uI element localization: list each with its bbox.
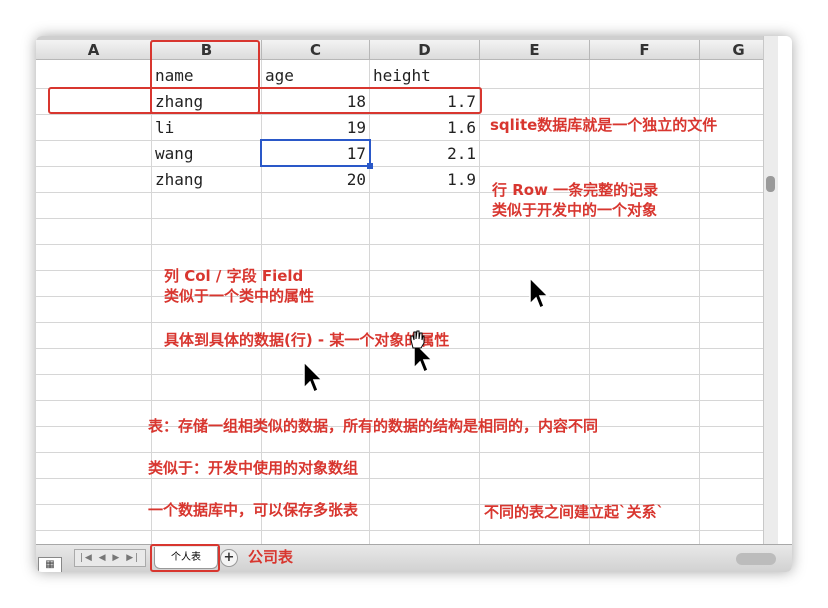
gridline bbox=[36, 452, 778, 453]
gridline bbox=[36, 192, 778, 193]
column-header-a[interactable]: A bbox=[36, 40, 152, 60]
sheet-nav-buttons[interactable]: |◀ ◀ ▶ ▶| bbox=[74, 549, 146, 567]
cell-height[interactable]: 2.1 bbox=[373, 142, 476, 166]
sheet-grid[interactable]: A B C D E F G name age height zhang 18 1… bbox=[36, 36, 778, 544]
annotation-company-table: 公司表 bbox=[248, 548, 294, 566]
gridline bbox=[36, 270, 778, 271]
horizontal-scrollbar-thumb[interactable] bbox=[736, 553, 776, 565]
annotation-table-similar: 类似于：开发中使用的对象数组 bbox=[148, 459, 359, 477]
cell-name[interactable]: wang bbox=[155, 142, 194, 166]
gridline bbox=[369, 60, 370, 544]
vertical-scrollbar[interactable] bbox=[763, 36, 778, 544]
hand-cursor-icon bbox=[410, 330, 425, 349]
column-header-d[interactable]: D bbox=[370, 40, 480, 60]
row-highlight bbox=[48, 87, 482, 114]
gridline bbox=[36, 530, 778, 531]
annotation-table-desc: 表：存储一组相类似的数据，所有的数据的结构是相同的，内容不同 bbox=[148, 417, 599, 435]
gridline bbox=[479, 60, 480, 544]
grid-view-icon[interactable]: ▦ bbox=[38, 557, 62, 572]
add-sheet-icon[interactable]: + bbox=[220, 549, 238, 567]
cell-height[interactable]: 1.6 bbox=[373, 116, 476, 140]
annotation-col-title: 列 Col / 字段 Field bbox=[164, 267, 304, 285]
cell-height[interactable]: 1.9 bbox=[373, 168, 476, 192]
column-header-c[interactable]: C bbox=[262, 40, 370, 60]
column-header-f[interactable]: F bbox=[590, 40, 700, 60]
cell-age[interactable]: 19 bbox=[265, 116, 366, 140]
annotation-row-desc: 类似于开发中的一个对象 bbox=[492, 201, 658, 219]
cursor-arrow-icon bbox=[529, 276, 550, 310]
annotation-cell-desc: 具体到具体的数据(行) - 某一个对象的属性 bbox=[164, 331, 450, 349]
annotation-relation: 不同的表之间建立起`关系` bbox=[484, 503, 665, 521]
gridline bbox=[36, 296, 778, 297]
gridline bbox=[36, 140, 778, 141]
fill-handle[interactable] bbox=[367, 163, 373, 169]
annotation-col-desc: 类似于一个类中的属性 bbox=[164, 287, 315, 305]
cell-header-height[interactable]: height bbox=[373, 64, 431, 88]
spreadsheet-window: A B C D E F G name age height zhang 18 1… bbox=[36, 36, 792, 572]
active-cell-selection bbox=[260, 139, 371, 167]
cell-name[interactable]: zhang bbox=[155, 168, 203, 192]
annotation-row-title: 行 Row 一条完整的记录 bbox=[492, 181, 659, 199]
gridline bbox=[36, 166, 778, 167]
annotation-sqlite-file: sqlite数据库就是一个独立的文件 bbox=[490, 116, 718, 134]
gridline bbox=[36, 374, 778, 375]
column-header-e[interactable]: E bbox=[480, 40, 590, 60]
gridline bbox=[36, 478, 778, 479]
annotation-db-multi: 一个数据库中，可以保存多张表 bbox=[148, 501, 359, 519]
gridline bbox=[36, 400, 778, 401]
gridline bbox=[36, 218, 778, 219]
vertical-scrollbar-thumb[interactable] bbox=[766, 176, 775, 192]
cell-header-age[interactable]: age bbox=[265, 64, 294, 88]
gridline bbox=[36, 244, 778, 245]
cell-name[interactable]: li bbox=[155, 116, 174, 140]
sheet-tab-bar: ▦ |◀ ◀ ▶ ▶| 个人表 + 公司表 bbox=[36, 544, 792, 572]
cell-age[interactable]: 20 bbox=[265, 168, 366, 192]
gridline bbox=[36, 322, 778, 323]
sheet-tab-highlight bbox=[150, 544, 220, 572]
cursor-arrow-icon bbox=[303, 360, 324, 394]
